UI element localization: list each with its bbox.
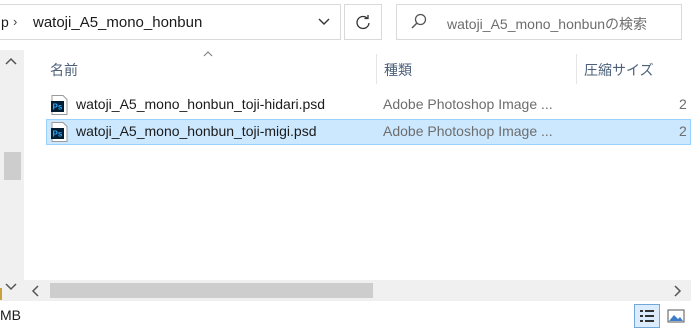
- column-header-name[interactable]: 名前: [50, 60, 78, 80]
- breadcrumb-separator-icon[interactable]: ›: [13, 14, 17, 29]
- breadcrumb-previous[interactable]: p: [1, 14, 9, 30]
- nav-scrollbar-thumb[interactable]: [4, 152, 21, 180]
- horizontal-scrollbar-thumb[interactable]: [50, 283, 373, 298]
- horizontal-scrollbar[interactable]: [24, 280, 691, 301]
- large-icons-view-button[interactable]: [663, 304, 689, 328]
- file-name: watoji_A5_mono_honbun_toji-migi.psd: [76, 123, 317, 139]
- sort-ascending-icon: [203, 51, 213, 57]
- status-bar: MB: [0, 301, 691, 332]
- breadcrumb-current-folder[interactable]: watoji_A5_mono_honbun: [33, 14, 202, 31]
- search-input[interactable]: watoji_A5_mono_honbunの検索: [396, 4, 682, 40]
- file-row-selected[interactable]: Ps watoji_A5_mono_honbun_toji-migi.psd A…: [46, 119, 691, 145]
- file-size: 2: [679, 96, 687, 112]
- file-row[interactable]: Ps watoji_A5_mono_honbun_toji-hidari.psd…: [46, 92, 691, 118]
- column-header-row: 名前 種類 圧縮サイズ: [24, 50, 691, 86]
- column-divider[interactable]: [576, 54, 577, 84]
- file-type: Adobe Photoshop Image ...: [383, 123, 553, 139]
- scroll-up-icon[interactable]: [4, 56, 18, 66]
- search-placeholder: watoji_A5_mono_honbunの検索: [447, 16, 648, 32]
- search-icon: [411, 13, 427, 29]
- details-view-icon: [640, 310, 654, 322]
- svg-text:Ps: Ps: [53, 103, 63, 112]
- nav-pane-item-edge: [0, 288, 2, 300]
- scroll-left-icon[interactable]: [30, 284, 40, 298]
- nav-pane-scrollbar[interactable]: [0, 50, 24, 302]
- address-history-dropdown[interactable]: [307, 5, 340, 39]
- file-name: watoji_A5_mono_honbun_toji-hidari.psd: [76, 96, 326, 112]
- address-bar: p › watoji_A5_mono_honbun watoji_A5_mono…: [0, 0, 691, 44]
- photoshop-file-icon: Ps: [51, 95, 68, 115]
- svg-text:Ps: Ps: [53, 130, 63, 139]
- scroll-right-icon[interactable]: [673, 284, 683, 298]
- status-size-text: MB: [0, 307, 21, 323]
- large-icons-view-icon: [667, 309, 685, 323]
- file-type: Adobe Photoshop Image ...: [383, 96, 553, 112]
- column-header-compressed-size[interactable]: 圧縮サイズ: [584, 60, 654, 80]
- chevron-down-icon: [318, 18, 329, 25]
- scroll-down-icon[interactable]: [4, 282, 18, 292]
- refresh-icon: [356, 15, 370, 30]
- address-path-box[interactable]: p › watoji_A5_mono_honbun: [0, 4, 341, 40]
- file-size: 2: [679, 123, 687, 139]
- column-divider[interactable]: [376, 54, 377, 84]
- details-view-button[interactable]: [634, 304, 660, 328]
- photoshop-file-icon: Ps: [51, 122, 68, 142]
- column-header-type[interactable]: 種類: [384, 60, 412, 80]
- refresh-button[interactable]: [344, 4, 382, 40]
